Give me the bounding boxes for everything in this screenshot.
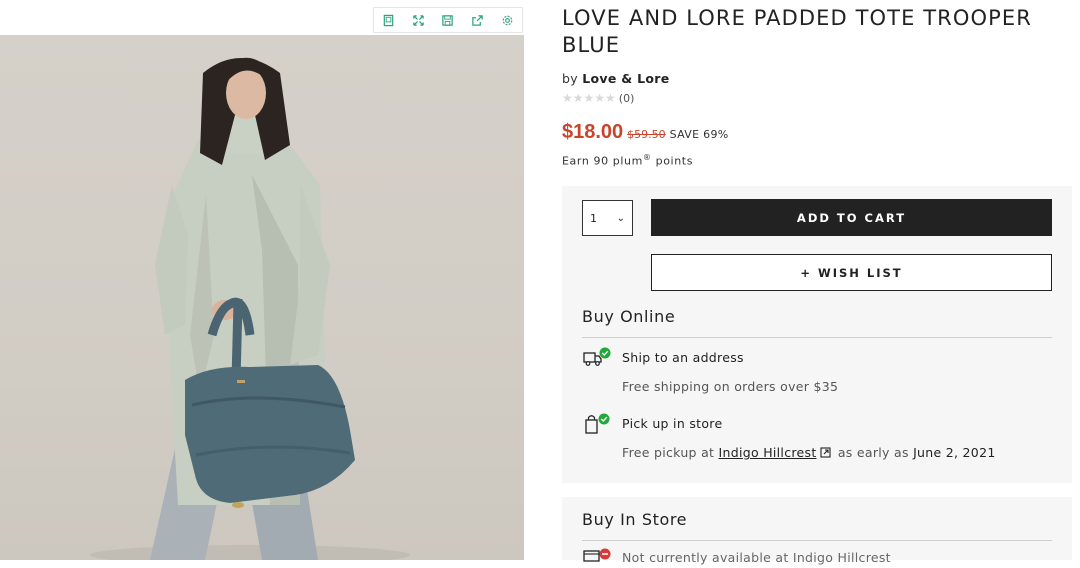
registered-mark: ® (642, 153, 652, 162)
store-link[interactable]: Indigo Hillcrest (719, 445, 817, 460)
divider (582, 337, 1052, 338)
divider (582, 540, 1052, 541)
shopping-bag-check-icon (585, 413, 610, 434)
product-title: LOVE AND LORE PADDED TOTE TROOPER BLUE (562, 6, 1032, 57)
external-link-icon[interactable] (819, 447, 831, 458)
ship-option-label[interactable]: Ship to an address (622, 350, 744, 365)
pickup-option-label[interactable]: Pick up in store (622, 416, 722, 431)
chevron-down-icon: ⌄ (616, 212, 625, 224)
price-row: $18.00 $59.50 SAVE 69% (562, 121, 729, 144)
settings-icon[interactable] (492, 8, 522, 32)
rating[interactable]: ★★★★★ (0) (562, 91, 634, 105)
byline: by Love & Lore (562, 71, 670, 86)
pickup-date: June 2, 2021 (913, 445, 996, 460)
ship-option-subtext: Free shipping on orders over $35 (622, 379, 839, 394)
expand-icon[interactable] (404, 8, 434, 32)
plum-points: Earn 90 plum® points (562, 153, 693, 168)
add-to-cart-button[interactable]: ADD TO CART (651, 199, 1052, 236)
savings-text: SAVE 69% (669, 128, 729, 141)
pickup-option-subtext: Free pickup at Indigo Hillcrest as early… (622, 445, 996, 460)
in-store-status: Not currently available at Indigo Hillcr… (622, 550, 891, 565)
buy-online-title: Buy Online (582, 307, 676, 326)
points-suffix: points (655, 154, 694, 168)
save-icon[interactable] (433, 8, 463, 32)
device-icon[interactable] (374, 8, 404, 32)
review-count: (0) (618, 91, 635, 105)
brand-link[interactable]: Love & Lore (582, 71, 669, 86)
buy-in-store-title: Buy In Store (582, 510, 688, 529)
product-photo[interactable] (0, 35, 524, 560)
truck-check-icon (583, 347, 611, 366)
original-price: $59.50 (627, 128, 666, 141)
share-icon[interactable] (463, 8, 493, 32)
wish-list-button[interactable]: + WISH LIST (651, 254, 1052, 291)
image-toolbar (373, 7, 523, 33)
quantity-select[interactable]: 1 ⌄ (582, 200, 633, 236)
quantity-value: 1 (590, 211, 597, 225)
pickup-prefix: Free pickup at (622, 445, 715, 460)
pickup-mid: as early as (837, 445, 909, 460)
sale-price: $18.00 (562, 121, 624, 143)
points-prefix: Earn 90 plum (562, 154, 643, 168)
star-rating-icon: ★★★★★ (562, 91, 616, 105)
store-unavailable-icon (583, 548, 611, 562)
by-prefix: by (562, 71, 578, 86)
